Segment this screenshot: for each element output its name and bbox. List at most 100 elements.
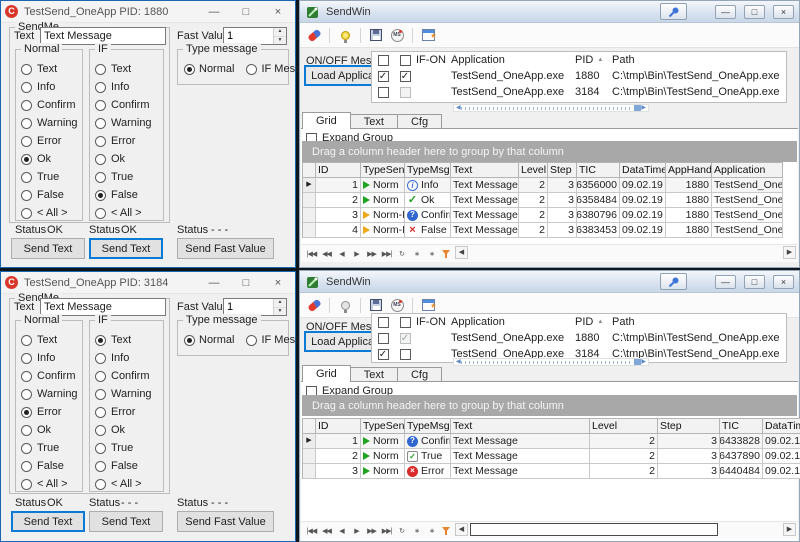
onoff-checkbox[interactable] [378, 71, 389, 82]
grid-scroll-right-icon[interactable]: ▶ [783, 246, 796, 259]
ifon-checkbox[interactable] [400, 71, 411, 82]
grid-row[interactable]: 3Norm×ErrorText Message23644048409.02.19 [303, 464, 800, 479]
grid-row[interactable]: 3Norm-If?ConfirmText Message23638079609.… [303, 208, 783, 223]
nav-prior-page-icon[interactable]: ◀◀ [320, 524, 333, 537]
radio-normal-warning[interactable]: Warning [16, 385, 82, 403]
tab-grid[interactable]: Grid [302, 365, 351, 382]
radio-normal-text[interactable]: Text [16, 60, 82, 78]
ms-message-icon[interactable]: MS [389, 297, 405, 313]
application-row[interactable]: TestSend_OneApp.exe3184C:\tmp\Bin\TestSe… [372, 84, 786, 100]
applist-hscrollbar[interactable]: ◀ ▶ [453, 358, 649, 366]
minimize-icon[interactable]: — [715, 5, 736, 19]
lightbulb-icon[interactable] [337, 297, 353, 313]
nav-next-page-icon[interactable]: ▶▶ [365, 247, 378, 260]
fast-value-input[interactable] [224, 28, 273, 44]
grid-row[interactable]: 2Norm✓OkText Message23635848409.02.19 20… [303, 193, 783, 208]
ifon-checkbox[interactable] [400, 87, 411, 98]
lightbulb-icon[interactable] [337, 27, 353, 43]
maximize-icon[interactable]: □ [233, 277, 259, 289]
nav-prior-icon[interactable]: ◀ [335, 247, 348, 260]
scroll-right-icon[interactable]: ▶ [641, 359, 646, 365]
radio-normal-info[interactable]: Info [16, 349, 82, 367]
radio-normal-true[interactable]: True [16, 168, 82, 186]
tab-cfg[interactable]: Cfg [397, 367, 442, 382]
radio-normal-ok[interactable]: Ok [16, 150, 82, 168]
radio-normal-false[interactable]: False [16, 457, 82, 475]
nav-next-icon[interactable]: ▶ [350, 247, 363, 260]
column-header-path[interactable]: Path [612, 316, 786, 328]
save-icon[interactable] [368, 297, 384, 313]
onoff-checkbox[interactable] [378, 349, 389, 360]
select-all-checkbox[interactable] [378, 55, 389, 66]
scroll-right-icon[interactable]: ▶ [641, 105, 646, 111]
radio-if-false[interactable]: False [90, 186, 163, 204]
radio-type-normal[interactable]: Normal [184, 334, 234, 346]
column-header-apphandle[interactable]: AppHandle [666, 163, 712, 178]
column-header-path[interactable]: Path [612, 54, 786, 66]
column-header-text[interactable]: Text [451, 163, 519, 178]
maximize-icon[interactable]: □ [744, 5, 765, 19]
radio-if-all[interactable]: < All > [90, 475, 163, 493]
tab-text[interactable]: Text [350, 114, 398, 129]
nav-insert-icon[interactable]: ∗ [410, 247, 423, 260]
nav-first-icon[interactable]: |◀◀ [305, 247, 318, 260]
radio-normal-text[interactable]: Text [16, 331, 82, 349]
save-icon[interactable] [368, 27, 384, 43]
ifon-checkbox[interactable] [400, 349, 411, 360]
scroll-thumb[interactable] [634, 359, 641, 365]
new-window-icon[interactable] [420, 27, 436, 43]
radio-normal-confirm[interactable]: Confirm [16, 96, 82, 114]
onoff-checkbox[interactable] [378, 87, 389, 98]
nav-insert-icon[interactable]: ∗ [410, 524, 423, 537]
radio-if-confirm[interactable]: Confirm [90, 367, 163, 385]
column-header-tic[interactable]: TIC [577, 163, 620, 178]
minimize-icon[interactable]: — [201, 6, 227, 18]
tab-cfg[interactable]: Cfg [397, 114, 442, 129]
close-icon[interactable]: × [773, 275, 794, 289]
radio-if-all[interactable]: < All > [90, 204, 163, 222]
minimize-icon[interactable]: — [201, 277, 227, 289]
column-header-pid[interactable]: PID▲ [575, 54, 612, 66]
column-header-typemsg[interactable]: TypeMsg [405, 419, 451, 434]
send-text-if-button[interactable]: Send Text [89, 511, 163, 532]
column-header-application[interactable]: Application [451, 316, 575, 328]
message-grid[interactable]: IDTypeSendTypeMsgTextLevelStepTICDataTim… [302, 418, 800, 479]
column-header-id[interactable]: ID [316, 163, 361, 178]
send-text-if-button[interactable]: Send Text [89, 238, 163, 259]
maximize-icon[interactable]: □ [233, 6, 259, 18]
spin-up-icon[interactable]: ▲ [274, 299, 286, 308]
column-header-typesend[interactable]: TypeSend [361, 419, 405, 434]
radio-normal-warning[interactable]: Warning [16, 114, 82, 132]
radio-if-warning[interactable]: Warning [90, 114, 163, 132]
grid-row[interactable]: 2Norm✓TrueText Message23643789009.02.19 [303, 449, 800, 464]
eraser-icon[interactable] [306, 297, 322, 313]
radio-if-error[interactable]: Error [90, 132, 163, 150]
pin-button[interactable] [660, 3, 687, 20]
titlebar[interactable]: TestSend_OneApp PID: 3184 — □ × [1, 272, 295, 294]
pin-button[interactable] [660, 273, 687, 290]
column-header-level[interactable]: Level [519, 163, 548, 178]
group-by-band[interactable]: Drag a column header here to group by th… [302, 395, 797, 416]
radio-if-warning[interactable]: Warning [90, 385, 163, 403]
send-text-normal-button[interactable]: Send Text [11, 511, 85, 532]
column-header-typemsg[interactable]: TypeMsg [405, 163, 451, 178]
radio-if-confirm[interactable]: Confirm [90, 96, 163, 114]
fast-value-input[interactable] [224, 299, 273, 315]
nav-filter[interactable] [440, 524, 453, 537]
select-all-ifon-checkbox[interactable] [400, 317, 411, 328]
radio-if-info[interactable]: Info [90, 349, 163, 367]
radio-type-normal[interactable]: Normal [184, 63, 234, 75]
eraser-icon[interactable] [306, 27, 322, 43]
column-header-step[interactable]: Step [658, 419, 720, 434]
send-text-normal-button[interactable]: Send Text [11, 238, 85, 259]
send-fast-value-button[interactable]: Send Fast Value [177, 238, 274, 259]
scroll-thumb[interactable] [634, 105, 641, 111]
nav-filter[interactable] [440, 247, 453, 260]
grid-row[interactable]: ▶1NormiInfoText Message23635600009.02.19… [303, 178, 783, 193]
grid-scroll-right-icon[interactable]: ▶ [783, 523, 796, 536]
tab-text[interactable]: Text [350, 367, 398, 382]
grid-scroll-thumb[interactable] [470, 523, 718, 536]
column-header-application[interactable]: Application [712, 163, 783, 178]
application-list[interactable]: IF-ONApplicationPID▲PathTestSend_OneApp.… [371, 313, 787, 363]
column-header-ifon[interactable]: IF-ON [416, 54, 451, 66]
